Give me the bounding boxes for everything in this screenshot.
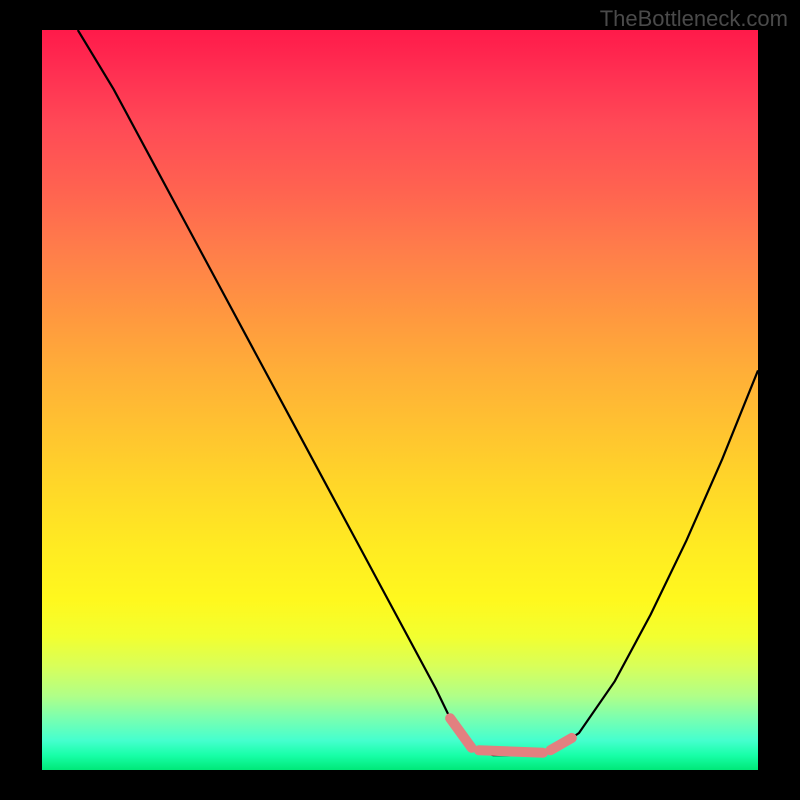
chart-svg xyxy=(42,30,758,770)
watermark-text: TheBottleneck.com xyxy=(600,6,788,32)
highlight-flat xyxy=(479,750,543,752)
highlight-left xyxy=(450,718,471,748)
curve-path xyxy=(78,30,758,755)
highlight-right xyxy=(550,738,571,750)
chart-plot-area xyxy=(42,30,758,770)
